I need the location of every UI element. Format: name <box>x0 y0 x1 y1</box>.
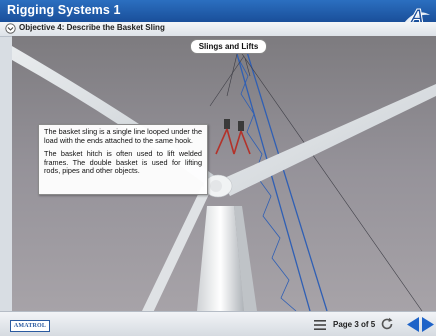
next-arrow-icon[interactable] <box>421 316 435 333</box>
slide-title: Slings and Lifts <box>190 39 267 54</box>
footer-bar: AMATROL Page 3 of 5 <box>0 311 436 336</box>
paragraph-2: The basket hitch is often used to lift w… <box>44 149 202 175</box>
title-bar: Rigging Systems 1 A <box>0 0 436 29</box>
paragraph-1: The basket sling is a single line looped… <box>44 127 202 145</box>
menu-icon[interactable] <box>314 320 326 330</box>
objective-text: Objective 4: Describe the Basket Sling <box>19 23 165 32</box>
info-text-box: The basket sling is a single line looped… <box>38 124 208 195</box>
previous-arrow-icon[interactable] <box>406 316 420 333</box>
page-indicator: Page 3 of 5 <box>333 320 376 329</box>
amatrol-logo: AMATROL <box>10 320 50 332</box>
refresh-icon[interactable] <box>380 317 394 331</box>
chevron-down-circle-icon[interactable] <box>5 23 16 34</box>
course-title: Rigging Systems 1 <box>7 3 121 17</box>
objective-bar[interactable]: Objective 4: Describe the Basket Sling <box>0 22 436 37</box>
